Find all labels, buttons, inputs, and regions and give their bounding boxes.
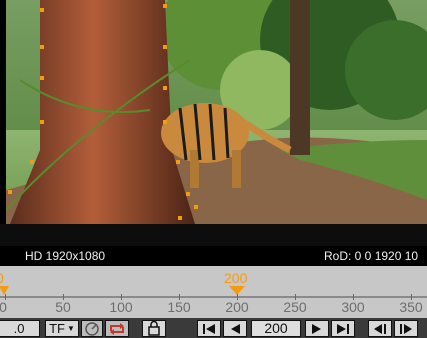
timeline-tick-label: 350 [399, 299, 423, 315]
speed-field[interactable]: .0 [0, 320, 40, 337]
next-keyframe-button[interactable] [394, 320, 418, 337]
timeline-start-label: 0 [0, 270, 4, 286]
turbo-gauge-icon [85, 321, 99, 336]
play-forward-button[interactable] [305, 320, 329, 337]
play-backward-icon [231, 323, 240, 334]
timeline-tick-label: 250 [283, 299, 307, 315]
lock-icon [148, 321, 160, 336]
previous-keyframe-icon [374, 323, 386, 334]
viewer-info-bar: HD 1920x1080 RoD: 0 0 1920 10 [0, 246, 427, 266]
playhead-frame-label: 200 [224, 270, 248, 286]
play-backward-button[interactable] [223, 320, 247, 337]
lock-button[interactable] [142, 320, 166, 337]
timeline-tick-label: 200 [225, 299, 249, 315]
chevron-down-icon: ▼ [66, 324, 75, 333]
last-frame-button[interactable] [331, 320, 355, 337]
timeline-track[interactable] [0, 296, 427, 298]
loop-button[interactable] [105, 320, 129, 337]
speed-value: .0 [13, 321, 25, 336]
first-frame-icon [203, 323, 215, 334]
play-forward-icon [312, 323, 321, 334]
format-label: HD 1920x1080 [25, 249, 106, 263]
timeline-tick-label: 300 [341, 299, 365, 315]
first-frame-button[interactable] [197, 320, 221, 337]
timeline-tick-label: 150 [167, 299, 191, 315]
timeline-tick-label: 50 [55, 299, 71, 315]
viewer-letterbox [0, 224, 427, 246]
last-frame-icon [337, 323, 349, 334]
playback-controls: .0 TF ▼ 200 [0, 318, 427, 338]
timeline-tick-label: 0 [0, 299, 7, 315]
timeline-tick-label: 100 [109, 299, 133, 315]
timeline[interactable]: 0 200 0 50 100 150 200 250 300 350 [0, 266, 427, 318]
current-frame-field[interactable]: 200 [251, 320, 301, 337]
tf-label: TF [49, 321, 65, 336]
loop-icon [110, 322, 124, 335]
rod-label: RoD: 0 0 1920 10 [324, 249, 419, 263]
previous-keyframe-button[interactable] [368, 320, 392, 337]
footage-frame [0, 0, 427, 224]
next-keyframe-icon [400, 323, 412, 334]
viewer-canvas[interactable] [0, 0, 427, 224]
tf-dropdown[interactable]: TF ▼ [45, 320, 79, 337]
turbo-gauge-button[interactable] [81, 320, 103, 337]
